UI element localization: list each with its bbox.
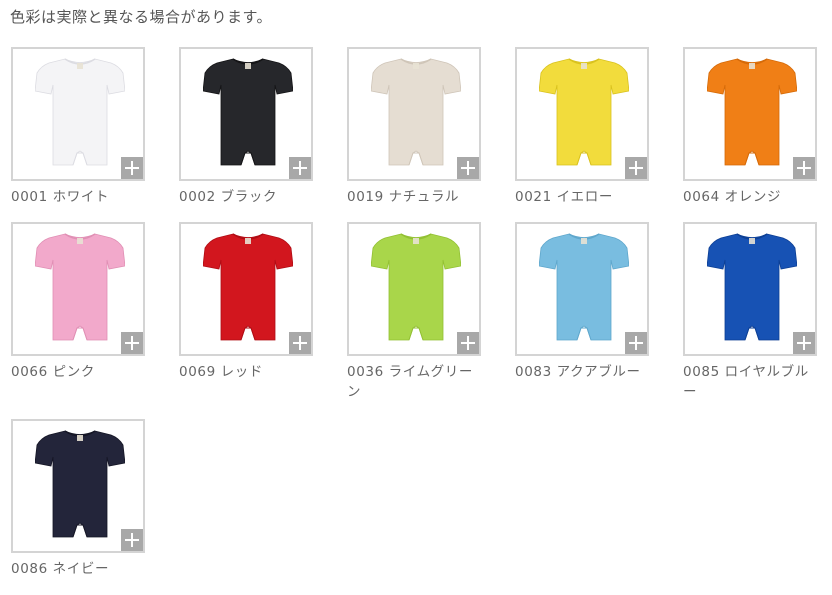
color-swatch-item[interactable]: 0083 アクアブルー [515,222,683,419]
color-swatch-item[interactable]: 0036 ライムグリーン [347,222,515,419]
romper-thumbnail[interactable] [515,47,649,181]
color-swatch-item[interactable]: 0069 レッド [179,222,347,419]
romper-thumbnail[interactable] [11,47,145,181]
plus-icon[interactable] [793,157,815,179]
color-swatch-grid: 0001 ホワイト 0002 ブラック 0019 ナチュラル 0021 イエロー 006… [11,47,832,577]
romper-image [707,58,797,166]
color-swatch-label: 0021 イエロー [515,189,613,205]
romper-image [707,233,797,341]
plus-icon[interactable] [289,157,311,179]
romper-image [203,58,293,166]
romper-image [539,233,629,341]
romper-thumbnail[interactable] [11,222,145,356]
romper-thumbnail[interactable] [347,222,481,356]
plus-icon[interactable] [625,332,647,354]
color-swatch-item[interactable]: 0002 ブラック [179,47,347,222]
color-swatch-label: 0085 ロイヤルブルー [683,364,809,400]
color-swatch-label: 0083 アクアブルー [515,364,641,380]
romper-image [35,58,125,166]
color-swatch-item[interactable]: 0066 ピンク [11,222,179,419]
romper-image [371,233,461,341]
plus-icon[interactable] [625,157,647,179]
romper-thumbnail[interactable] [515,222,649,356]
color-swatch-item[interactable]: 0085 ロイヤルブルー [683,222,832,419]
color-swatch-item[interactable]: 0064 オレンジ [683,47,832,222]
plus-icon[interactable] [289,332,311,354]
plus-icon[interactable] [457,157,479,179]
color-swatch-label: 0001 ホワイト [11,189,110,205]
plus-icon[interactable] [121,157,143,179]
plus-icon[interactable] [121,529,143,551]
plus-icon[interactable] [793,332,815,354]
romper-image [203,233,293,341]
color-swatch-label: 0069 レッド [179,364,263,380]
color-swatch-label: 0002 ブラック [179,189,278,205]
romper-thumbnail[interactable] [179,47,313,181]
plus-icon[interactable] [457,332,479,354]
color-swatch-label: 0036 ライムグリーン [347,364,473,400]
color-swatch-item[interactable]: 0086 ネイビー [11,419,179,577]
romper-image [35,233,125,341]
color-swatch-label: 0019 ナチュラル [347,189,460,205]
romper-image [539,58,629,166]
color-swatch-page: 色彩は実際と異なる場合があります。 0001 ホワイト 0002 ブラック 0019… [0,0,832,595]
plus-icon[interactable] [121,332,143,354]
romper-image [35,430,125,538]
color-swatch-item[interactable]: 0001 ホワイト [11,47,179,222]
romper-thumbnail[interactable] [683,47,817,181]
romper-image [371,58,461,166]
romper-thumbnail[interactable] [179,222,313,356]
color-swatch-label: 0086 ネイビー [11,561,110,577]
color-disclaimer: 色彩は実際と異なる場合があります。 [10,8,273,26]
romper-thumbnail[interactable] [683,222,817,356]
romper-thumbnail[interactable] [347,47,481,181]
color-swatch-label: 0066 ピンク [11,364,95,380]
color-swatch-item[interactable]: 0019 ナチュラル [347,47,515,222]
color-swatch-item[interactable]: 0021 イエロー [515,47,683,222]
romper-thumbnail[interactable] [11,419,145,553]
color-swatch-label: 0064 オレンジ [683,189,782,205]
